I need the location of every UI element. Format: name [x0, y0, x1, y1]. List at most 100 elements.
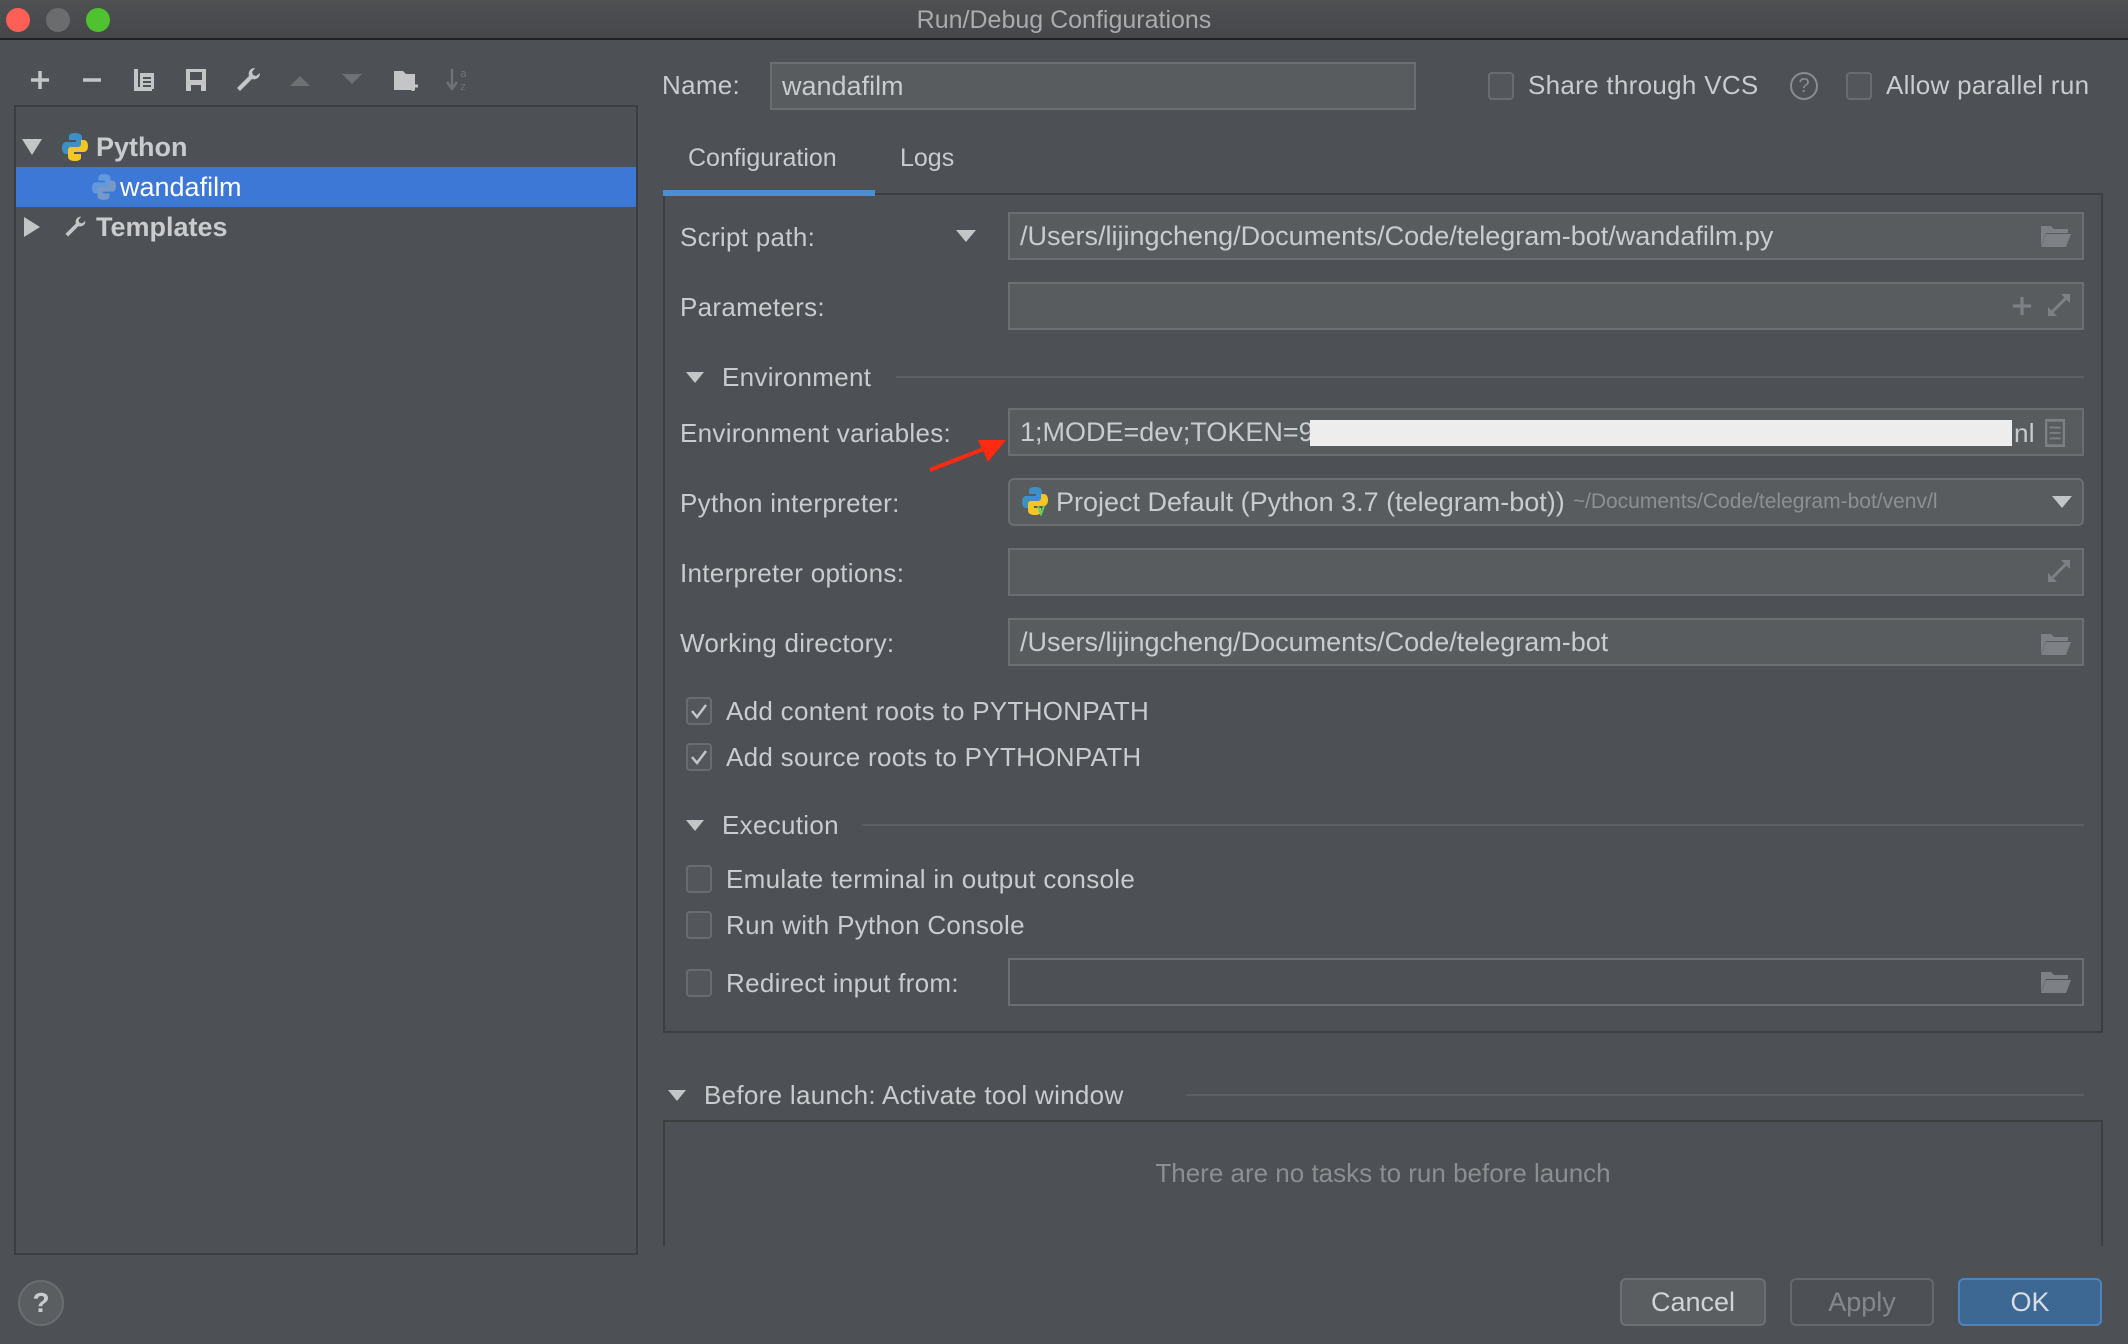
configuration-tree[interactable]: Python wandafilm Templates	[14, 105, 638, 1255]
help-glyph: ?	[1798, 74, 1810, 97]
ok-button[interactable]: OK	[1958, 1278, 2102, 1326]
execution-section-title: Execution	[722, 810, 839, 840]
title-bar: Run/Debug Configurations	[0, 0, 2128, 40]
environment-divider	[896, 376, 2084, 378]
folder-add-icon	[394, 71, 418, 91]
run-python-console-label: Run with Python Console	[726, 910, 1025, 940]
minus-icon	[83, 78, 101, 82]
python-run-icon	[92, 173, 116, 201]
copy-icon	[134, 69, 154, 91]
add-source-roots-checkbox[interactable]	[686, 743, 712, 771]
allow-parallel-label: Allow parallel run	[1886, 70, 2090, 100]
add-content-roots-checkbox[interactable]	[686, 697, 712, 725]
tab-configuration[interactable]: Configuration	[688, 144, 837, 173]
active-tab-indicator	[663, 190, 875, 196]
new-folder-button[interactable]	[388, 62, 424, 98]
name-label: Name:	[662, 70, 741, 100]
script-path-value: /Users/lijingcheng/Documents/Code/telegr…	[1020, 220, 1774, 251]
tree-item-wandafilm[interactable]: wandafilm	[16, 167, 636, 207]
save-icon	[186, 69, 206, 91]
browse-folder-icon[interactable]	[2040, 222, 2072, 250]
expand-icon[interactable]	[2046, 292, 2072, 318]
python-icon	[1022, 486, 1050, 518]
name-value: wandafilm	[782, 70, 904, 101]
arrow-up-icon	[290, 76, 310, 86]
redirect-input-field[interactable]	[1008, 958, 2084, 1006]
help-button[interactable]: ?	[18, 1280, 64, 1326]
python-interpreter-path: ~/Documents/Code/telegram-bot/venv/l	[1572, 490, 1938, 513]
env-vars-label: Environment variables:	[680, 418, 952, 448]
working-directory-label: Working directory:	[680, 628, 895, 658]
add-source-roots-label: Add source roots to PYTHONPATH	[726, 742, 1142, 772]
edit-env-vars-icon[interactable]	[2044, 418, 2066, 448]
env-vars-value: 1;MODE=dev;TOKEN=9	[1020, 416, 1314, 447]
save-configuration-button[interactable]	[178, 62, 214, 98]
tree-item-label: Python	[96, 131, 188, 162]
redirect-input-label: Redirect input from:	[726, 968, 959, 998]
apply-label: Apply	[1828, 1286, 1896, 1317]
sort-button[interactable]: az	[440, 62, 476, 98]
allow-parallel-checkbox[interactable]	[1846, 72, 1872, 100]
emulate-terminal-checkbox[interactable]	[686, 865, 712, 893]
before-launch-collapse-icon[interactable]	[668, 1090, 686, 1101]
edit-templates-button[interactable]	[230, 62, 266, 98]
add-content-roots-label: Add content roots to PYTHONPATH	[726, 696, 1150, 726]
expand-icon[interactable]	[2046, 558, 2072, 584]
arrow-down-icon	[342, 74, 362, 84]
python-icon	[62, 132, 88, 162]
wrench-icon	[62, 213, 88, 241]
tree-item-label: Templates	[96, 211, 228, 242]
redirect-input-checkbox[interactable]	[686, 969, 712, 997]
parameters-input[interactable]	[1008, 282, 2084, 330]
collapse-arrow-icon[interactable]	[24, 217, 40, 237]
run-python-console-checkbox[interactable]	[686, 911, 712, 939]
help-icon[interactable]: ?	[1790, 72, 1818, 100]
script-path-label: Script path:	[680, 222, 816, 252]
tree-item-templates[interactable]: Templates	[16, 207, 636, 247]
move-up-button[interactable]	[282, 62, 318, 98]
help-glyph: ?	[32, 1287, 50, 1318]
add-macro-icon[interactable]	[2010, 294, 2034, 318]
before-launch-divider	[1186, 1094, 2084, 1096]
interpreter-options-label: Interpreter options:	[680, 558, 905, 588]
env-vars-tail: nl	[2014, 418, 2035, 448]
redaction-bar	[1310, 420, 2012, 446]
before-launch-empty-text: There are no tasks to run before launch	[1155, 1158, 1611, 1188]
python-interpreter-select[interactable]: Project Default (Python 3.7 (telegram-bo…	[1008, 478, 2084, 526]
window-title: Run/Debug Configurations	[916, 6, 1212, 34]
plus-icon	[31, 71, 49, 89]
move-down-button[interactable]	[334, 62, 370, 98]
working-directory-input[interactable]: /Users/lijingcheng/Documents/Code/telegr…	[1008, 618, 2084, 666]
browse-folder-icon[interactable]	[2040, 630, 2072, 658]
environment-section-title: Environment	[722, 362, 872, 392]
copy-configuration-button[interactable]	[126, 62, 162, 98]
apply-button[interactable]: Apply	[1790, 1278, 1934, 1326]
tree-item-label: wandafilm	[120, 171, 242, 202]
wrench-icon	[237, 67, 261, 91]
browse-folder-icon[interactable]	[2040, 968, 2072, 996]
add-configuration-button[interactable]	[22, 62, 58, 98]
execution-divider	[862, 824, 2084, 826]
cancel-label: Cancel	[1650, 1286, 1736, 1317]
share-vcs-label: Share through VCS	[1528, 70, 1759, 100]
name-input[interactable]: wandafilm	[770, 62, 1416, 110]
share-vcs-checkbox[interactable]	[1488, 72, 1514, 100]
sort-alpha-icon: az	[445, 67, 467, 93]
checkmark-icon	[691, 704, 707, 720]
script-type-dropdown-icon[interactable]	[956, 230, 976, 242]
annotation-arrow-icon	[929, 440, 1006, 472]
parameters-label: Parameters:	[680, 292, 825, 322]
interpreter-options-input[interactable]	[1008, 548, 2084, 596]
expand-arrow-icon[interactable]	[22, 139, 42, 155]
remove-configuration-button[interactable]	[74, 62, 110, 98]
tab-logs[interactable]: Logs	[900, 144, 954, 173]
chevron-down-icon[interactable]	[2052, 496, 2072, 508]
environment-collapse-icon[interactable]	[686, 372, 704, 383]
svg-text:z: z	[460, 80, 466, 93]
script-path-input[interactable]: /Users/lijingcheng/Documents/Code/telegr…	[1008, 212, 2084, 260]
execution-collapse-icon[interactable]	[686, 820, 704, 831]
before-launch-title: Before launch: Activate tool window	[704, 1080, 1124, 1110]
svg-text:a: a	[460, 67, 467, 80]
cancel-button[interactable]: Cancel	[1620, 1278, 1766, 1326]
tree-item-python[interactable]: Python	[16, 127, 636, 167]
